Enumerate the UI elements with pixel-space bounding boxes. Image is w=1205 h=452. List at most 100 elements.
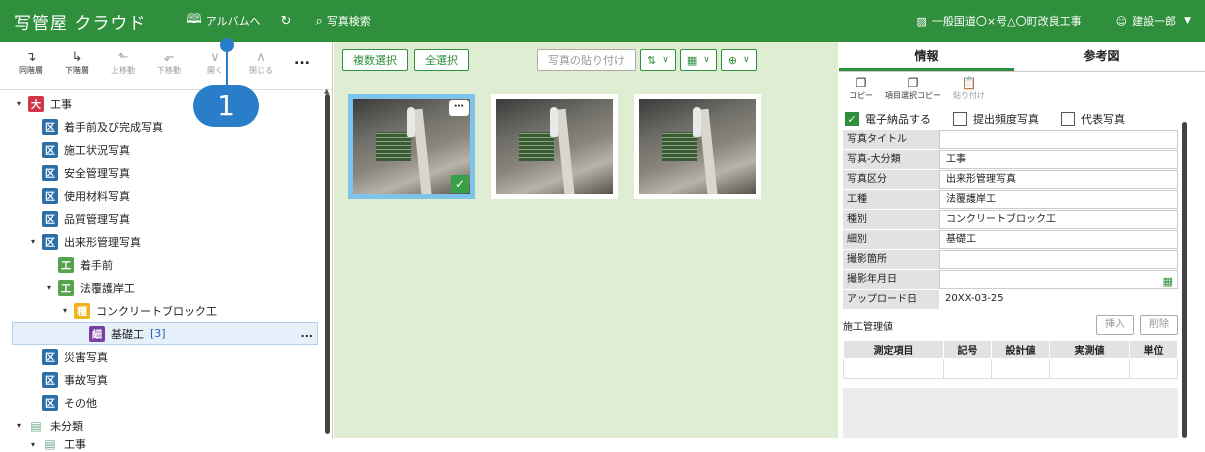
electronic-delivery-checkbox[interactable]: ✓ 電子納品する bbox=[845, 111, 931, 127]
field-label: 写真タイトル bbox=[843, 130, 939, 149]
same-level-button[interactable]: ↴ 同階層 bbox=[8, 50, 54, 76]
tree-node[interactable]: ▾ ▤ 工事 bbox=[0, 437, 332, 451]
photo-thumbnail[interactable] bbox=[634, 94, 761, 199]
info-toolbar: ❐ コピー ❐ 項目選択コピー 📋 貼り付け bbox=[839, 72, 1205, 108]
sort-button[interactable]: ⇅ ∨ bbox=[640, 49, 676, 71]
add-sibling-icon: ↴ bbox=[25, 50, 37, 65]
tree-node[interactable]: 区品質管理写真 bbox=[0, 207, 332, 230]
shooting-location-input[interactable] bbox=[939, 250, 1178, 269]
field-label: 種別 bbox=[843, 210, 939, 229]
tree-node[interactable]: 区着手前及び完成写真 bbox=[0, 115, 332, 138]
submission-frequency-checkbox[interactable]: 提出頻度写真 bbox=[953, 111, 1039, 127]
representative-photo-checkbox[interactable]: 代表写真 bbox=[1061, 111, 1125, 127]
tree-node[interactable]: 区施工状況写真 bbox=[0, 138, 332, 161]
tree-label: 法覆護岸工 bbox=[80, 281, 135, 295]
delete-button[interactable]: 削除 bbox=[1140, 315, 1178, 335]
move-up-label: 上移動 bbox=[111, 66, 135, 75]
project-selector[interactable]: ▨ 一般国道〇×号△〇町改良工事 bbox=[917, 13, 1082, 29]
calendar-icon[interactable]: ▦ bbox=[1163, 273, 1173, 291]
tree-node[interactable]: 区事故写真 bbox=[0, 368, 332, 391]
move-down-button[interactable]: ⬐ 下移動 bbox=[146, 50, 192, 76]
tree-node[interactable]: 区使用材料写真 bbox=[0, 184, 332, 207]
paste-label: 貼り付け bbox=[953, 91, 985, 100]
select-all-button[interactable]: 全選択 bbox=[414, 49, 469, 71]
caret-down-icon[interactable]: ▾ bbox=[14, 421, 24, 430]
insert-button[interactable]: 挿入 bbox=[1096, 315, 1134, 335]
copy-button[interactable]: ❐ コピー bbox=[849, 76, 873, 101]
tree-node-root[interactable]: ▾ 大 工事 bbox=[0, 92, 332, 115]
paste-button[interactable]: 📋 貼り付け bbox=[953, 76, 985, 101]
measurement-table: 測定項目 記号 設計値 実測値 単位 bbox=[843, 340, 1178, 379]
column-header: 記号 bbox=[943, 340, 992, 359]
move-up-button[interactable]: ⬑ 上移動 bbox=[100, 50, 146, 76]
photo-thumbnail-selected[interactable]: ⋯ ✓ bbox=[348, 94, 475, 199]
tree-node[interactable]: 区その他 bbox=[0, 391, 332, 414]
more-menu-button[interactable]: ... bbox=[294, 50, 310, 70]
column-header: 測定項目 bbox=[843, 340, 944, 359]
tree-scrollbar[interactable] bbox=[325, 94, 330, 434]
select-copy-button[interactable]: ❐ 項目選択コピー bbox=[885, 76, 941, 101]
tree-label: 品質管理写真 bbox=[64, 212, 130, 226]
blueprint-icon: ▨ bbox=[916, 14, 927, 28]
chevron-up-icon: ∧ bbox=[256, 50, 266, 65]
unchecked-icon bbox=[1061, 112, 1075, 126]
sub-level-button[interactable]: ↳ 下階層 bbox=[54, 50, 100, 76]
tree-label: 未分類 bbox=[50, 419, 83, 433]
grid-view-icon: ▦ bbox=[686, 53, 698, 67]
tree-node-selected[interactable]: 細 基礎工 [3] ... bbox=[12, 322, 318, 345]
tree-label: 工事 bbox=[50, 97, 72, 111]
tree-node[interactable]: ▾ ▤ 未分類 bbox=[0, 414, 332, 437]
tab-info[interactable]: 情報 bbox=[839, 42, 1014, 71]
info-scrollbar[interactable] bbox=[1182, 122, 1187, 438]
badge-ku: 区 bbox=[42, 371, 58, 388]
caret-down-icon[interactable]: ▾ bbox=[14, 99, 24, 108]
tab-reference[interactable]: 参考図 bbox=[1014, 42, 1189, 71]
photo-category-field[interactable]: 出来形管理写真 bbox=[939, 170, 1178, 189]
close-label: 閉じる bbox=[249, 66, 273, 75]
tree-label: 事故写真 bbox=[64, 373, 108, 387]
field-label: 写真区分 bbox=[843, 170, 939, 189]
tree-node[interactable]: 工着手前 bbox=[0, 253, 332, 276]
paste-photo-button[interactable]: 写真の貼り付け bbox=[537, 49, 636, 71]
clipboard-icon: 📋 bbox=[961, 76, 977, 90]
album-button[interactable]: 🕮 アルバムへ bbox=[186, 10, 260, 32]
caret-down-icon[interactable]: ▾ bbox=[28, 237, 38, 246]
open-button[interactable]: ∨ 開く bbox=[192, 50, 238, 76]
field-row: 写真区分 出来形管理写真 bbox=[843, 170, 1178, 190]
photo-thumbnail[interactable] bbox=[491, 94, 618, 199]
shooting-date-input[interactable]: ▦ bbox=[939, 270, 1178, 289]
multi-select-button[interactable]: 複数選択 bbox=[342, 49, 408, 71]
caret-down-icon[interactable]: ▾ bbox=[60, 306, 70, 315]
close-button[interactable]: ∧ 閉じる bbox=[238, 50, 284, 76]
tree-node[interactable]: ▾ 種コンクリートブロック工 bbox=[0, 299, 332, 322]
search-icon: ⌕ bbox=[315, 13, 323, 29]
badge-ku: 区 bbox=[42, 210, 58, 227]
upload-date-value: 20XX-03-25 bbox=[939, 290, 1178, 309]
tree-node[interactable]: ▾ 区出来形管理写真 bbox=[0, 230, 332, 253]
photo-more-button[interactable]: ⋯ bbox=[449, 100, 469, 116]
user-menu[interactable]: ☺ 建設一郎 ▼ bbox=[1116, 13, 1191, 29]
tree-label: 使用材料写真 bbox=[64, 189, 130, 203]
refresh-button[interactable]: ↻ bbox=[281, 14, 296, 29]
zoom-button[interactable]: ⊕ ∨ bbox=[720, 49, 757, 71]
view-mode-button[interactable]: ▦ ∨ bbox=[679, 49, 717, 71]
chevron-down-icon: ∨ bbox=[703, 55, 710, 65]
caret-down-icon[interactable]: ▾ bbox=[44, 283, 54, 292]
photo-search-button[interactable]: ⌕ 写真検索 bbox=[316, 13, 371, 29]
row-more-button[interactable]: ... bbox=[300, 327, 313, 340]
tree-node[interactable]: 区安全管理写真 bbox=[0, 161, 332, 184]
work-type-field[interactable]: 法覆護岸工 bbox=[939, 190, 1178, 209]
field-label: 工種 bbox=[843, 190, 939, 209]
field-row: 撮影年月日 ▦ bbox=[843, 270, 1178, 290]
table-row[interactable] bbox=[843, 358, 1178, 379]
detail-field[interactable]: 基礎工 bbox=[939, 230, 1178, 249]
caret-down-icon[interactable]: ▾ bbox=[28, 440, 38, 449]
photo-search-label: 写真検索 bbox=[326, 15, 371, 28]
tree-node[interactable]: ▾ 工法覆護岸工 bbox=[0, 276, 332, 299]
refresh-icon: ↻ bbox=[280, 13, 292, 29]
tree-label: 着手前及び完成写真 bbox=[64, 120, 163, 134]
photo-title-input[interactable] bbox=[939, 130, 1178, 149]
kind-field[interactable]: コンクリートブロック工 bbox=[939, 210, 1178, 229]
tree-node[interactable]: 区災害写真 bbox=[0, 345, 332, 368]
major-class-field[interactable]: 工事 bbox=[939, 150, 1178, 169]
